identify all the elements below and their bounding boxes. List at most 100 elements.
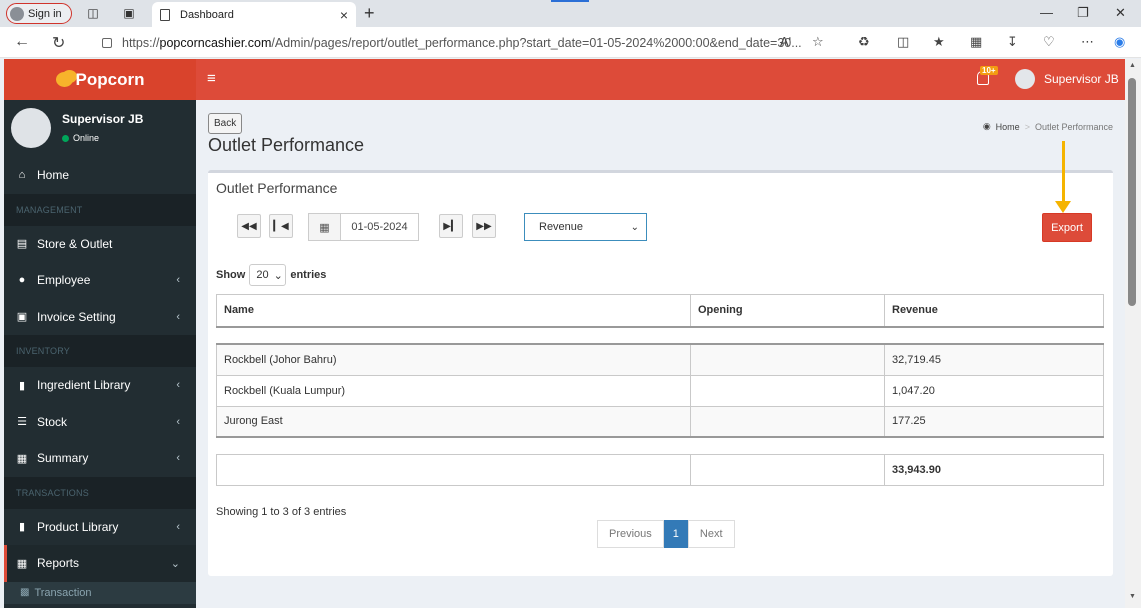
sidebar-item-employee[interactable]: ● Employee ‹ bbox=[4, 262, 196, 299]
page-button-current[interactable]: 1 bbox=[663, 520, 688, 548]
sidebar-item-summary[interactable]: ▦ Summary ‹ bbox=[4, 440, 196, 477]
url-path: /Admin/pages/report/outlet_performance.p… bbox=[271, 35, 802, 50]
invoice-icon: ▣ bbox=[16, 311, 28, 324]
report-table-footer: 33,943.90 bbox=[216, 454, 1104, 486]
sidebar-subitem-transaction[interactable]: ▩ Transaction bbox=[4, 581, 196, 604]
last-period-button[interactable]: ▶▶ bbox=[472, 214, 496, 238]
sidebar-item-product[interactable]: ▮ Product Library ‹ bbox=[4, 509, 196, 546]
chevron-left-icon: ‹ bbox=[176, 274, 180, 287]
chevron-left-icon: ‹ bbox=[176, 415, 180, 428]
box-title: Outlet Performance bbox=[216, 180, 338, 196]
menu-toggle-icon[interactable]: ≡ bbox=[207, 70, 216, 87]
address-bar-row: ← ↻ https://popcorncashier.com/Admin/pag… bbox=[0, 27, 1141, 58]
book-icon: ▮ bbox=[18, 379, 26, 392]
dashboard-icon: ◉ bbox=[982, 121, 991, 131]
sidebar-item-label: Invoice Setting bbox=[37, 309, 116, 324]
first-period-button[interactable]: ◀◀ bbox=[237, 214, 261, 238]
close-window-icon[interactable]: ✕ bbox=[1115, 5, 1126, 21]
tab-title: Dashboard bbox=[180, 8, 234, 21]
status-label: Online bbox=[73, 133, 100, 143]
chevron-left-icon: ‹ bbox=[176, 310, 180, 323]
sidebar-item-store[interactable]: ▤ Store & Outlet bbox=[4, 226, 196, 263]
home-icon: ⌂ bbox=[18, 169, 26, 182]
downloads-icon[interactable]: ↧ bbox=[1007, 34, 1018, 50]
sidebar-item-reports[interactable]: ▦ Reports ⌄ bbox=[4, 545, 196, 582]
restore-icon[interactable]: ❐ bbox=[1077, 5, 1089, 21]
calendar-icon: ▦ bbox=[309, 214, 341, 240]
back-arrow-icon[interactable]: ← bbox=[14, 33, 30, 51]
extensions-icon[interactable]: ♻ bbox=[858, 34, 870, 50]
date-value: 01-05-2024 bbox=[351, 221, 408, 233]
column-header-revenue[interactable]: Revenue bbox=[884, 294, 1104, 328]
sidebar-item-label: Employee bbox=[37, 273, 91, 288]
sidebar-item-ingredient[interactable]: ▮ Ingredient Library ‹ bbox=[4, 367, 196, 404]
favorite-star-icon[interactable]: ☆ bbox=[812, 34, 824, 50]
notification-badge: 10+ bbox=[980, 66, 998, 75]
sign-in-label: Sign in bbox=[28, 7, 62, 20]
chevron-down-icon: ⌄ bbox=[630, 221, 639, 233]
database-icon: ☰ bbox=[17, 416, 27, 429]
favorites-icon[interactable]: ★ bbox=[933, 34, 945, 50]
cell-name: Jurong East bbox=[216, 405, 691, 438]
back-button[interactable]: Back bbox=[208, 113, 243, 134]
next-page-button[interactable]: Next bbox=[687, 520, 735, 548]
split-screen-icon[interactable]: ◫ bbox=[897, 34, 909, 50]
avatar bbox=[11, 108, 51, 148]
scroll-down-icon[interactable]: ▼ bbox=[1129, 593, 1136, 600]
refresh-icon[interactable]: ↻ bbox=[52, 33, 65, 53]
page-scrollbar[interactable]: ▲ ▼ bbox=[1125, 59, 1141, 608]
sidebar-item-label: Summary bbox=[37, 451, 89, 466]
workspaces-icon[interactable]: ◫ bbox=[86, 6, 100, 20]
total-opening-cell bbox=[690, 454, 885, 486]
table-icon: ▦ bbox=[16, 557, 28, 570]
sidebar-item-label: Reports bbox=[37, 556, 80, 571]
metric-selected-value: Revenue bbox=[539, 221, 584, 233]
table-info: Showing 1 to 3 of 3 entries bbox=[216, 506, 347, 518]
performance-icon[interactable]: ♡ bbox=[1043, 34, 1055, 50]
export-button[interactable]: Export bbox=[1042, 213, 1092, 242]
cell-opening bbox=[690, 343, 885, 376]
chevron-down-icon: ⌄ bbox=[273, 269, 283, 282]
sidebar-item-home[interactable]: ⌂ Home bbox=[4, 157, 196, 194]
sidebar-user-name: Supervisor JB bbox=[62, 112, 144, 126]
breadcrumb: ◉ Home > Outlet Performance bbox=[983, 121, 1113, 132]
read-aloud-icon[interactable]: Aʹ bbox=[780, 34, 791, 49]
more-icon[interactable]: ⋯ bbox=[1081, 34, 1094, 50]
sidebar-item-invoice[interactable]: ▣ Invoice Setting ‹ bbox=[4, 299, 196, 336]
sidebar-header-inventory: INVENTORY bbox=[4, 335, 196, 367]
report-box: Outlet Performance ◀◀ ▎◀ ▦ 01-05-2024 ▶▎… bbox=[208, 141, 1113, 576]
column-header-opening[interactable]: Opening bbox=[690, 294, 885, 328]
main-content: Back Outlet Performance ◉ Home > Outlet … bbox=[196, 100, 1125, 608]
scrollbar-thumb[interactable] bbox=[1128, 78, 1136, 306]
brand-logo[interactable]: Popcorn bbox=[4, 59, 196, 100]
bank-icon: ▤ bbox=[16, 238, 28, 251]
metric-select[interactable]: Revenue ⌄ bbox=[524, 213, 647, 241]
new-tab-icon[interactable]: + bbox=[364, 3, 375, 24]
url-field[interactable]: https://popcorncashier.com/Admin/pages/r… bbox=[92, 31, 840, 54]
page-title: Outlet Performance bbox=[208, 135, 365, 155]
previous-page-button[interactable]: Previous bbox=[597, 520, 664, 548]
sidebar-header-transactions: TRANSACTIONS bbox=[4, 476, 196, 509]
date-picker[interactable]: ▦ 01-05-2024 bbox=[308, 213, 419, 241]
copilot-icon[interactable]: ◉ bbox=[1114, 34, 1125, 50]
breadcrumb-home[interactable]: Home bbox=[996, 122, 1020, 132]
tab-dashboard[interactable]: Dashboard × bbox=[152, 2, 356, 27]
column-header-name[interactable]: Name bbox=[216, 294, 691, 328]
user-menu[interactable]: Supervisor JB bbox=[1015, 69, 1119, 89]
minimize-icon[interactable]: — bbox=[1040, 5, 1053, 20]
collections-icon[interactable]: ▦ bbox=[970, 34, 982, 50]
tab-actions-icon[interactable]: ▣ bbox=[122, 6, 136, 20]
browser-tab-bar: Sign in ◫ ▣ Dashboard × + — ❐ ✕ bbox=[0, 0, 1141, 27]
sidebar-item-stock[interactable]: ☰ Stock ‹ bbox=[4, 404, 196, 441]
entries-select[interactable]: 20 ⌄ bbox=[249, 264, 287, 286]
sidebar-header-management: MANAGEMENT bbox=[4, 193, 196, 226]
scroll-up-icon[interactable]: ▲ bbox=[1129, 62, 1136, 69]
prev-period-button[interactable]: ▎◀ bbox=[269, 214, 293, 238]
avatar bbox=[1015, 69, 1035, 89]
tab-indicator bbox=[551, 0, 589, 2]
close-tab-icon[interactable]: × bbox=[340, 7, 348, 23]
sign-in-button[interactable]: Sign in bbox=[6, 3, 72, 24]
next-period-button[interactable]: ▶▎ bbox=[439, 214, 463, 238]
cell-opening bbox=[690, 405, 885, 438]
cell-name: Rockbell (Johor Bahru) bbox=[216, 343, 691, 376]
